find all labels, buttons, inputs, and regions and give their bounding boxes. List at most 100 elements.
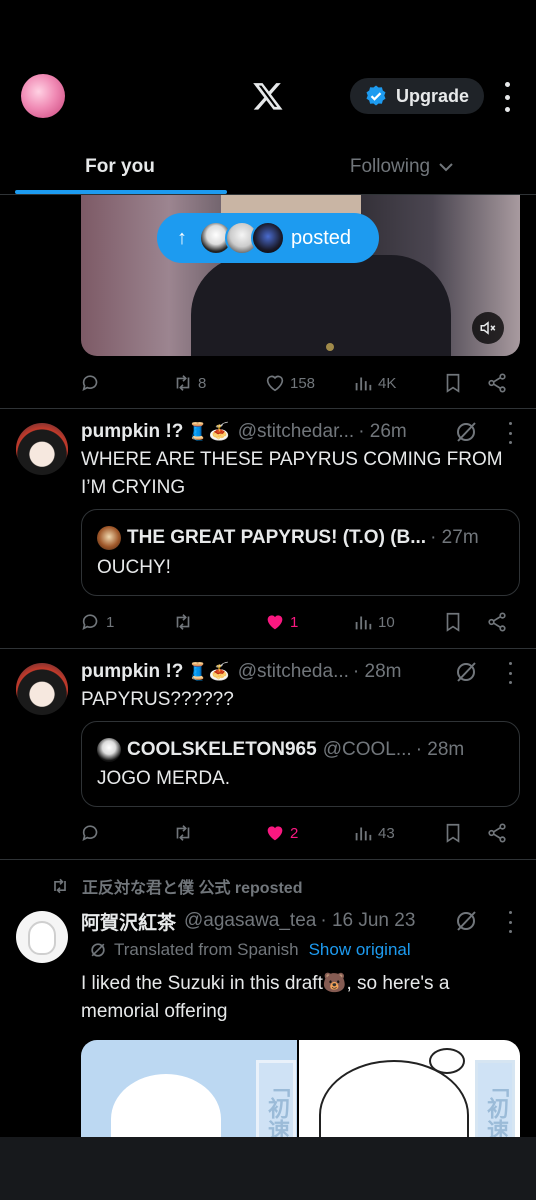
bottom-navigation-bar [0, 1137, 536, 1200]
arrow-up-icon: ↑ [177, 226, 187, 249]
media-image-sketch-bun [429, 1048, 465, 1074]
author-name[interactable]: pumpkin !? [81, 661, 183, 683]
media-image[interactable]: 「初速 [299, 1040, 520, 1140]
share-icon [488, 612, 506, 632]
heart-icon [266, 375, 284, 392]
upgrade-label: Upgrade [396, 85, 470, 106]
quote-author-name: THE GREAT PAPYRUS! (T.O) (B... [127, 527, 427, 548]
author-handle[interactable]: @stitcheda... [238, 661, 349, 683]
share-icon [488, 373, 506, 393]
show-original-link[interactable]: Show original [309, 940, 411, 960]
quoted-post[interactable]: COOLSKELETON965 @COOL... · 28m JOGO MERD… [81, 721, 520, 807]
author-name[interactable]: 阿賀沢紅茶 [81, 908, 176, 935]
like-count: 1 [290, 613, 299, 631]
repost-button[interactable] [172, 818, 194, 848]
media-image-stamp: 「初速 [475, 1060, 515, 1140]
post-header: pumpkin !? 🧵🍝 @stitcheda... · 28m [81, 660, 401, 684]
posted-label: posted [291, 226, 352, 249]
repost-button[interactable]: 8 [172, 368, 206, 398]
author-avatar[interactable] [16, 663, 68, 715]
bookmark-button[interactable] [442, 368, 464, 398]
bookmark-button[interactable] [442, 607, 464, 637]
analytics-icon [355, 616, 372, 630]
share-button[interactable] [486, 818, 508, 848]
views-button[interactable]: 4K [352, 368, 396, 398]
repost-icon [54, 878, 66, 894]
chevron-down-icon [439, 163, 453, 172]
quote-avatar [97, 526, 121, 550]
author-handle[interactable]: @agasawa_tea [184, 910, 316, 932]
author-name[interactable]: pumpkin !? [81, 421, 183, 443]
analytics-icon [355, 377, 372, 391]
repost-context[interactable]: 正反対な君と僕 公式 reposted [50, 874, 302, 898]
profile-avatar[interactable] [21, 74, 65, 118]
post-text: I liked the Suzuki in this draft🐻, so he… [81, 973, 450, 1022]
pill-avatar [251, 221, 285, 255]
new-posts-pill[interactable]: ↑ posted [157, 213, 379, 263]
media-image-stamp: 「初速 [256, 1060, 296, 1140]
like-button[interactable]: 1 [264, 607, 298, 637]
upgrade-button[interactable]: Upgrade [350, 78, 484, 114]
reply-button[interactable]: 1 [80, 607, 114, 637]
bookmark-icon [446, 823, 460, 843]
tab-for-you-label: For you [85, 156, 155, 177]
post-divider [0, 648, 536, 649]
repost-context-label: 正反対な君と僕 公式 reposted [82, 880, 303, 897]
reply-button[interactable] [80, 818, 102, 848]
quoted-post[interactable]: THE GREAT PAPYRUS! (T.O) (B... · 27m OUC… [81, 509, 520, 596]
grok-icon[interactable] [454, 420, 478, 444]
media-image-shape [111, 1074, 221, 1140]
quote-author-handle: @COOL... [322, 739, 412, 760]
like-count: 158 [290, 374, 316, 392]
repost-button[interactable] [172, 607, 194, 637]
heart-filled-icon [267, 826, 283, 841]
post-divider [0, 859, 536, 860]
quote-time: · 28m [415, 739, 465, 760]
tab-for-you[interactable]: For you [0, 140, 240, 194]
quote-header: THE GREAT PAPYRUS! (T.O) (B... · 27m [97, 526, 479, 550]
grok-icon[interactable] [454, 660, 478, 684]
post-time[interactable]: · 16 Jun 23 [320, 910, 415, 932]
view-count: 10 [378, 613, 395, 631]
like-button[interactable]: 2 [264, 818, 298, 848]
post-more-icon[interactable] [502, 662, 518, 684]
mute-toggle[interactable] [472, 312, 504, 344]
x-logo-icon [253, 83, 283, 110]
post-header: pumpkin !? 🧵🍝 @stitchedar... · 26m [81, 420, 407, 444]
author-avatar[interactable] [16, 911, 68, 963]
volume-muted-icon [480, 321, 496, 335]
post-actions: 2 43 [80, 818, 510, 848]
repost-icon [176, 614, 190, 630]
post-divider [0, 408, 536, 409]
author-avatar[interactable] [16, 423, 68, 475]
quote-text: JOGO MERDA. [97, 768, 231, 789]
quote-avatar [97, 738, 121, 762]
post-media-gallery[interactable]: 「初速 「初速 [81, 1040, 520, 1140]
views-button[interactable]: 10 [352, 607, 395, 637]
post-text: PAPYRUS?????? [81, 689, 234, 710]
grok-icon[interactable] [454, 909, 478, 933]
views-button[interactable]: 43 [352, 818, 395, 848]
share-button[interactable] [486, 368, 508, 398]
media-figure-button [326, 343, 334, 351]
post-more-icon[interactable] [502, 422, 518, 444]
translation-notice: Translated from Spanish Show original [88, 938, 411, 962]
post-more-icon[interactable] [502, 911, 518, 933]
post-text: WHERE ARE THESE PAPYRUS COMING FROM I’M … [81, 449, 503, 498]
post-time[interactable]: · 28m [353, 661, 402, 683]
translate-icon [91, 943, 105, 957]
bookmark-icon [446, 612, 460, 632]
quote-author-name: COOLSKELETON965 [127, 739, 317, 760]
tab-following-label: Following [349, 156, 431, 177]
more-options-icon[interactable] [498, 82, 516, 112]
like-button[interactable]: 158 [264, 368, 315, 398]
tab-following[interactable]: Following [268, 140, 536, 194]
share-button[interactable] [486, 607, 508, 637]
repost-icon [176, 825, 190, 841]
bookmark-button[interactable] [442, 818, 464, 848]
reply-button[interactable] [80, 368, 102, 398]
post-time[interactable]: · 26m [358, 421, 407, 443]
author-handle[interactable]: @stitchedar... [238, 421, 354, 443]
post-header: 阿賀沢紅茶 @agasawa_tea · 16 Jun 23 [81, 908, 415, 935]
media-image[interactable]: 「初速 [81, 1040, 297, 1140]
